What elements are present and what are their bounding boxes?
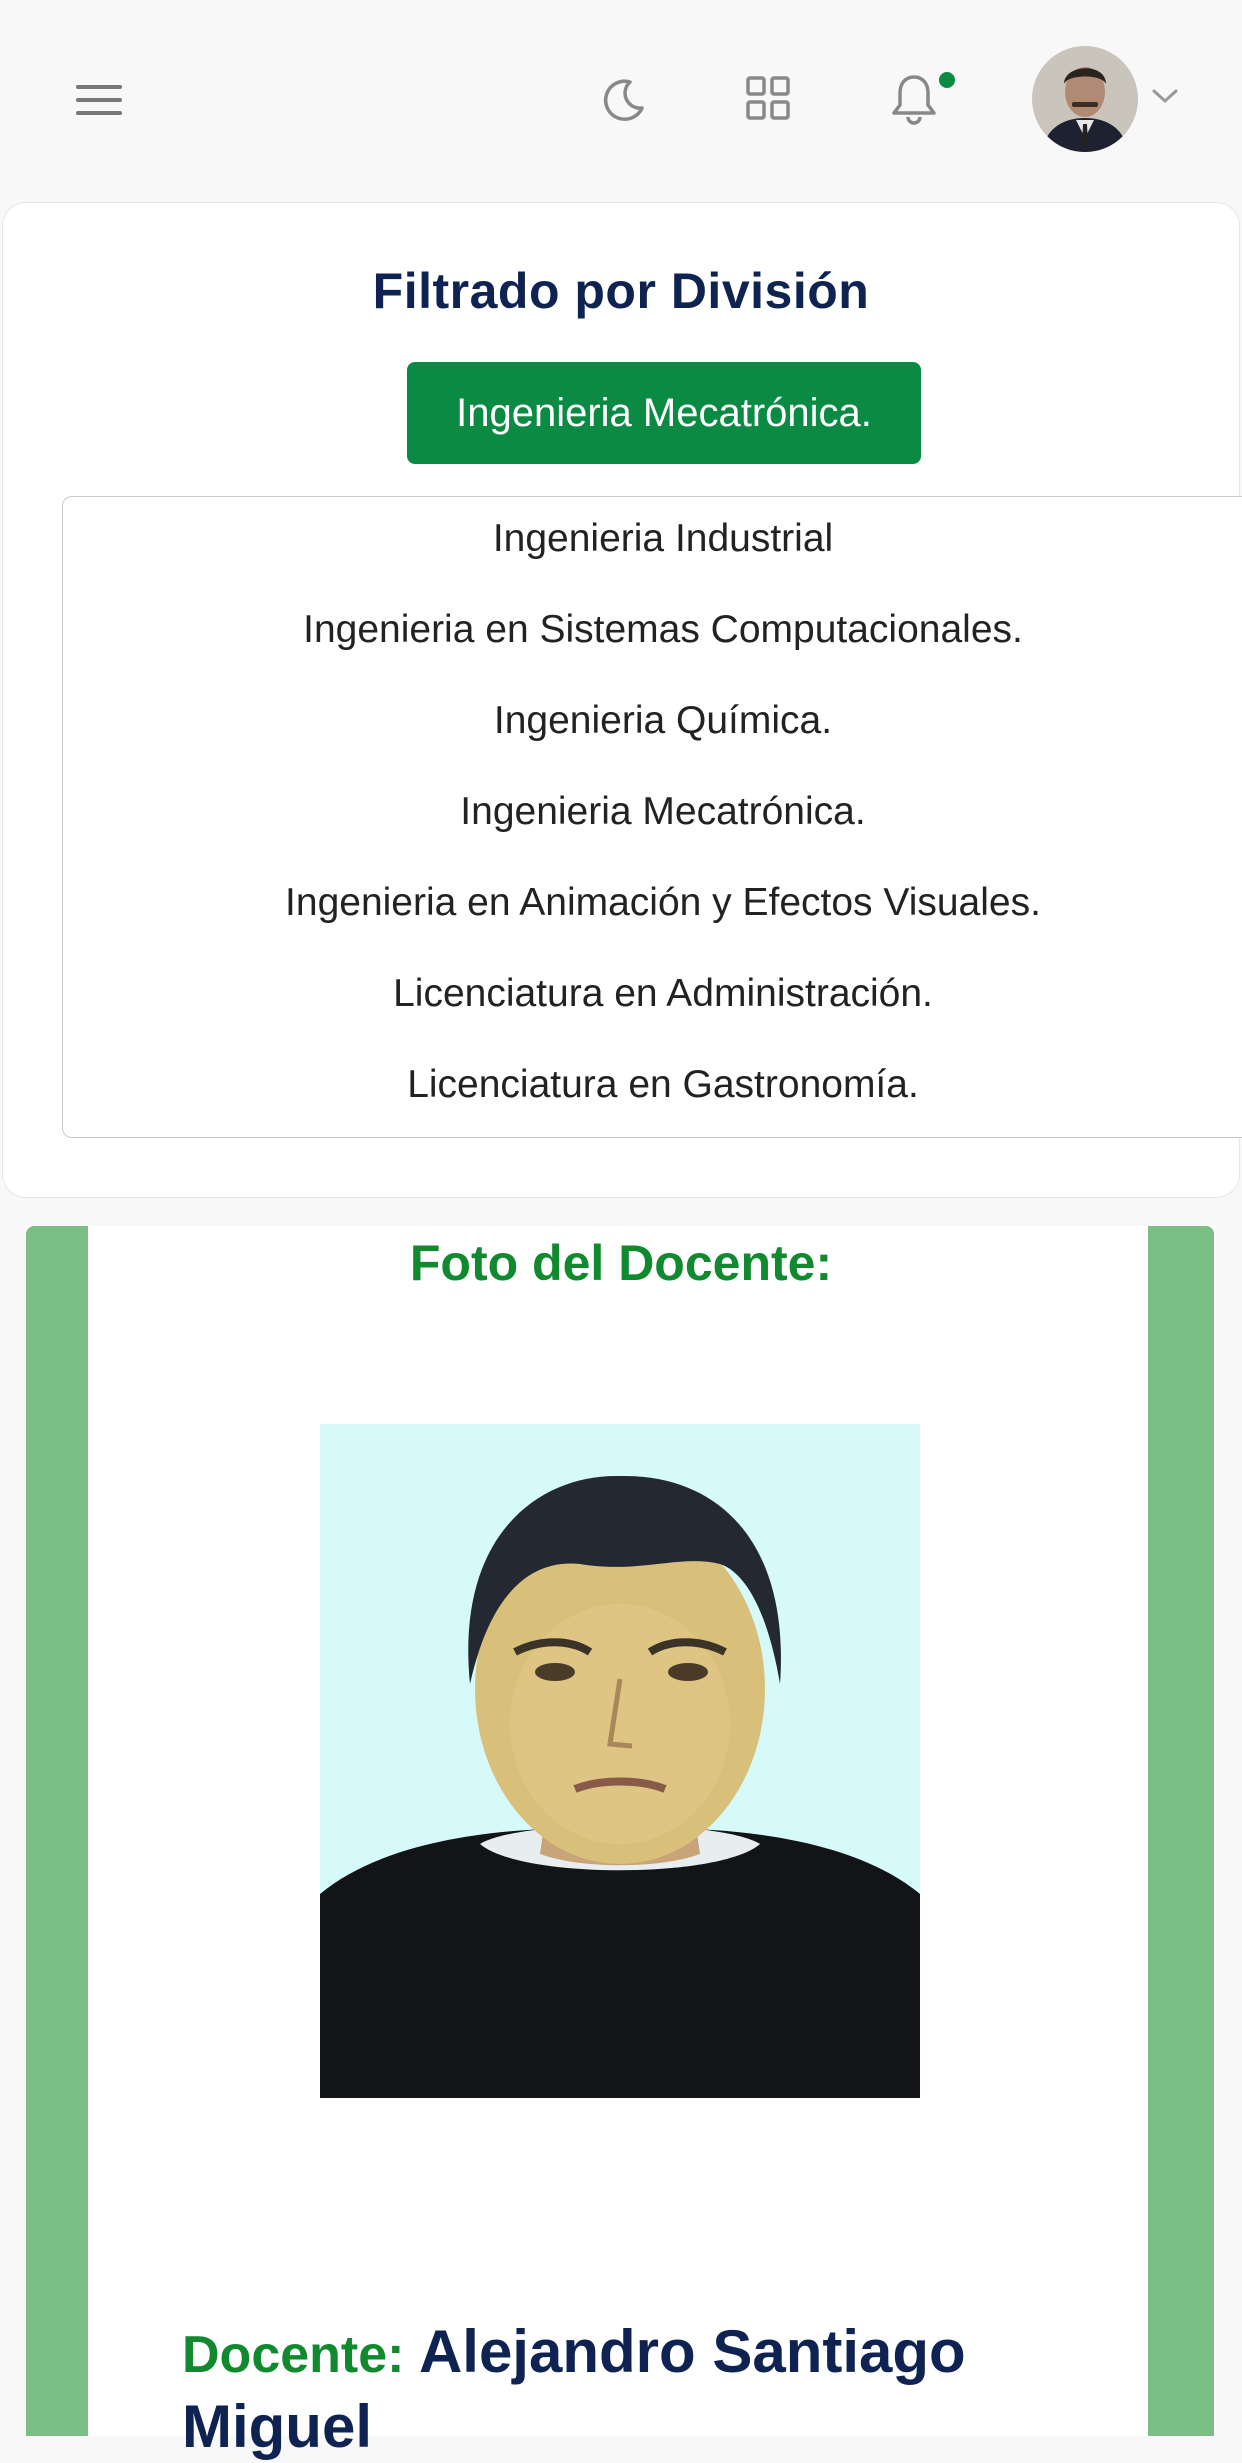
division-option[interactable]: Ingenieria Química. [63, 699, 1242, 743]
moon-icon[interactable] [596, 72, 652, 128]
chevron-down-icon[interactable] [1150, 86, 1180, 106]
hamburger-menu-icon[interactable] [72, 78, 126, 122]
grid-icon[interactable] [744, 72, 792, 124]
teacher-photo [320, 1424, 920, 2098]
division-option[interactable]: Ingenieria Industrial [63, 517, 1242, 561]
top-bar [0, 0, 1242, 200]
selected-division-button[interactable]: Ingenieria Mecatrónica. [407, 362, 921, 464]
division-option[interactable]: Ingenieria Mecatrónica. [63, 790, 1242, 834]
teacher-name-line: Docente: Alejandro Santiago Miguel [182, 2316, 1082, 2463]
decorative-stripe-right [1148, 1226, 1214, 2436]
division-option[interactable]: Licenciatura en Administración. [63, 972, 1242, 1016]
division-option[interactable]: Licenciatura en Gastronomía. [63, 1063, 1242, 1107]
decorative-stripe-left [26, 1226, 88, 2436]
notification-dot [939, 72, 955, 88]
bell-icon[interactable] [886, 70, 942, 128]
division-list[interactable]: Ingenieria Industrial Ingenieria en Sist… [62, 496, 1242, 1138]
avatar[interactable] [1032, 46, 1138, 152]
teacher-label: Docente: [182, 2326, 405, 2384]
filter-title: Filtrado por División [372, 263, 870, 319]
division-option[interactable]: Ingenieria en Animación y Efectos Visual… [63, 881, 1242, 925]
photo-heading: Foto del Docente: [409, 1235, 833, 1291]
division-option[interactable]: Ingenieria en Sistemas Computacionales. [63, 608, 1242, 652]
